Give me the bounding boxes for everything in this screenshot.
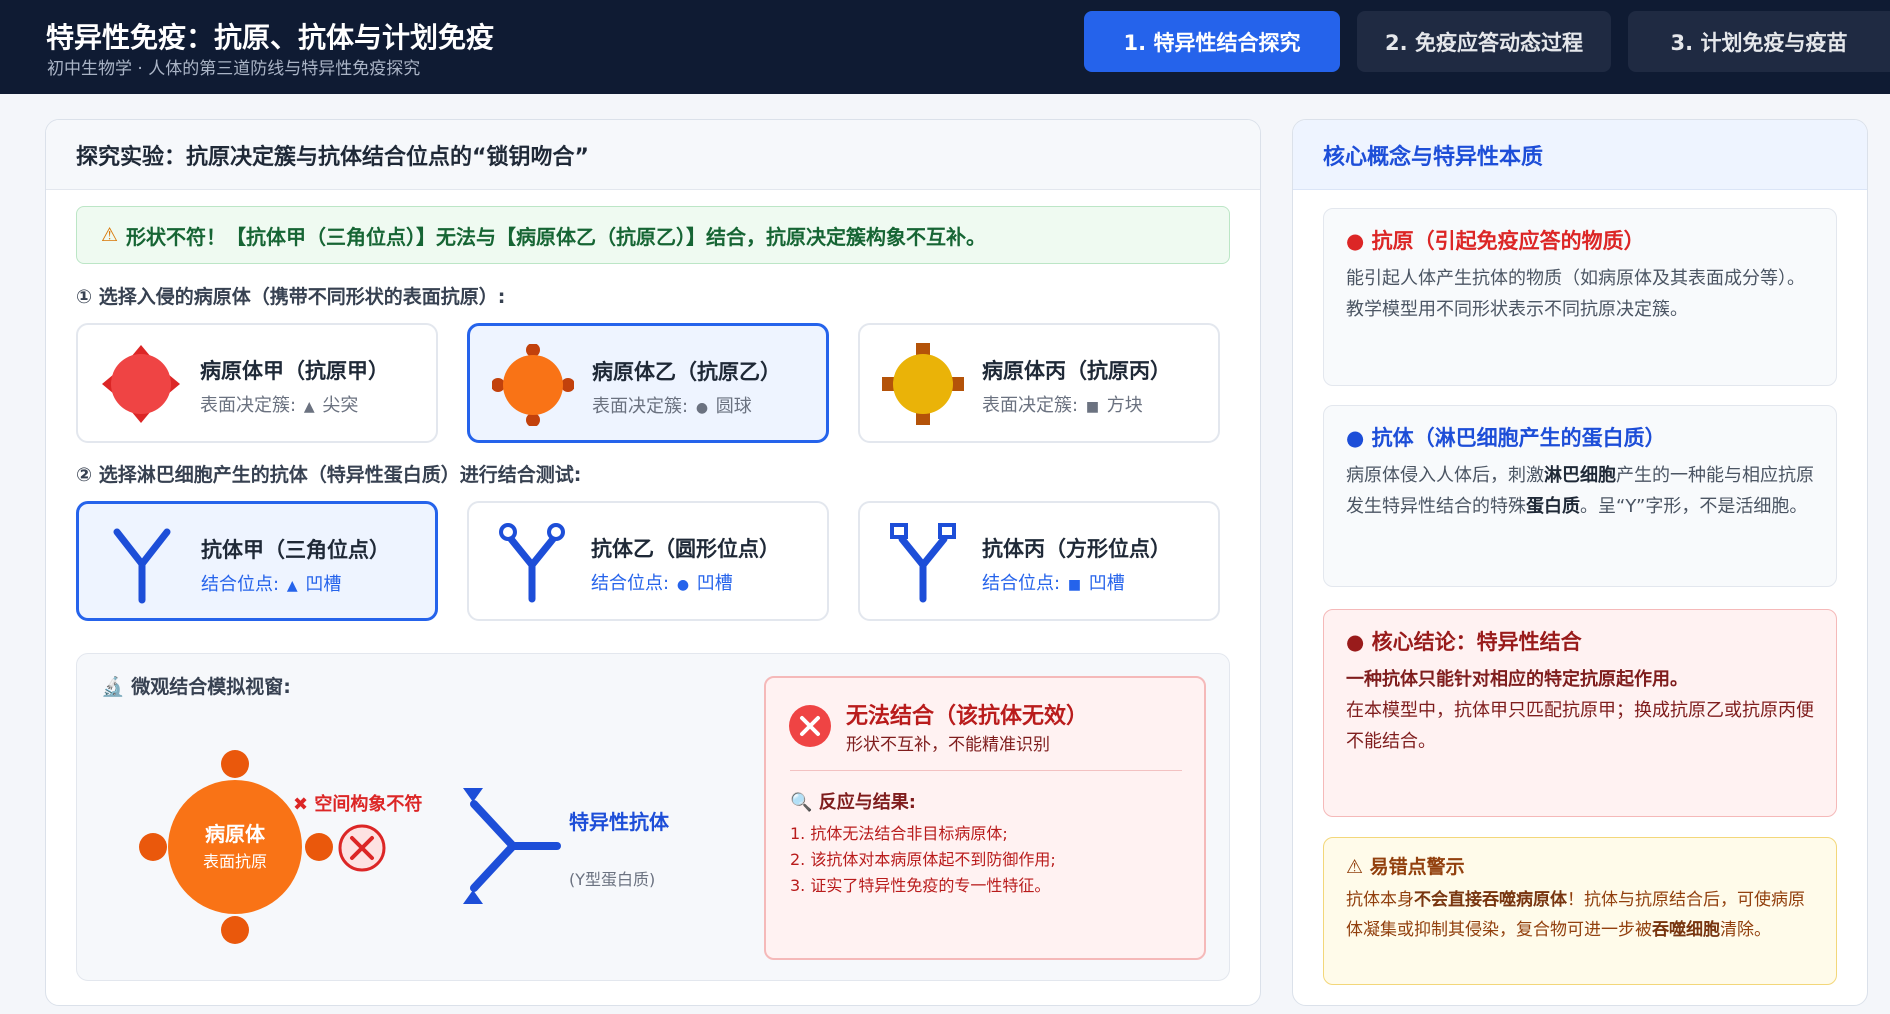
antibody-a-icon [113, 528, 171, 604]
antibody-card-c[interactable]: 抗体丙（方形位点） 结合位点: ■ 凹槽 [858, 501, 1220, 621]
antibody-c-icon [890, 523, 956, 603]
antibody-concept-box: ● 抗体（淋巴细胞产生的蛋白质） 病原体侵入人体后，刺激淋巴细胞产生的一种能与相… [1323, 405, 1837, 587]
warning-box: ⚠ 易错点警示 抗体本身不会直接吞噬病原体！抗体与抗原结合后，可使病原体凝集或抑… [1323, 837, 1837, 985]
result-card: 无法结合（该抗体无效） 形状不互补，不能精准识别 🔍 反应与结果: 1. 抗体无… [764, 676, 1206, 960]
antibody-b-desc: 结合位点: ● 凹槽 [591, 573, 733, 594]
status-text: 形状不符！【抗体甲（三角位点）】无法与【病原体乙（抗原乙）】结合，抗原决定簇构象… [126, 224, 987, 249]
tab-immune-response[interactable]: 2. 免疫应答动态过程 [1357, 11, 1611, 72]
pathogen-a-icon [102, 345, 180, 423]
antibody-c-desc: 结合位点: ■ 凹槽 [982, 573, 1125, 594]
antibody-sublabel: (Y型蛋白质) [569, 870, 656, 889]
app-header: 特异性免疫：抗原、抗体与计划免疫 初中生物学 · 人体的第三道防线与特异性免疫探… [0, 0, 1890, 94]
antigen-title: ● 抗原（引起免疫应答的物质） [1346, 229, 1645, 253]
conclusion-box: ● 核心结论：特异性结合 一种抗体只能针对相应的特定抗原起作用。 在本模型中，抗… [1323, 609, 1837, 817]
pathogen-card-a[interactable]: 病原体甲（抗原甲） 表面决定簇: ▲ 尖突 [76, 323, 438, 443]
pathogen-c-desc: 表面决定簇: ■ 方块 [982, 395, 1143, 416]
pathogen-a-desc: 表面决定簇: ▲ 尖突 [200, 395, 359, 416]
warning-title: ⚠ 易错点警示 [1346, 856, 1465, 878]
antibody-text: 病原体侵入人体后，刺激淋巴细胞产生的一种能与相应抗原发生特异性结合的特殊蛋白质。… [1346, 465, 1814, 517]
tab-vaccination[interactable]: 3. 计划免疫与疫苗 [1628, 11, 1890, 72]
step2-label: ② 选择淋巴细胞产生的抗体（特异性蛋白质）进行结合测试: [76, 464, 582, 486]
page-title: 特异性免疫：抗原、抗体与计划免疫 [46, 21, 495, 54]
dark-red-dot-icon: ● [1346, 630, 1365, 654]
pathogen-label: 病原体 [205, 822, 265, 846]
step1-label: ① 选择入侵的病原体（携带不同形状的表面抗原）: [76, 286, 506, 308]
error-icon [789, 705, 831, 747]
pathogen-c-icon [882, 343, 964, 425]
pathogen-card-b[interactable]: 病原体乙（抗原乙） 表面决定簇: ● 圆球 [467, 323, 829, 443]
pathogen-sublabel: 表面抗原 [202, 852, 267, 871]
triangle-icon: ▲ [303, 399, 315, 415]
experiment-panel: 探究实验：抗原决定簇与抗体结合位点的“锁钥吻合” ⚠ 形状不符！【抗体甲（三角位… [45, 119, 1261, 1006]
antigen-text: 能引起人体产生抗体的物质（如病原体及其表面成分等）。教学模型用不同形状表示不同抗… [1346, 268, 1805, 320]
circle-icon: ● [676, 577, 690, 593]
result-title: 无法结合（该抗体无效） [846, 704, 1089, 729]
result-subtitle: 形状不互补，不能精准识别 [846, 735, 1050, 755]
triangle-icon: ▲ [286, 578, 298, 594]
antibody-label: 特异性抗体 [569, 810, 669, 834]
experiment-heading: 探究实验：抗原决定簇与抗体结合位点的“锁钥吻合” [46, 120, 1260, 190]
result-divider [790, 770, 1182, 771]
mismatch-label: ✖ 空间构象不符 [293, 794, 423, 815]
result-item: 3. 证实了特异性免疫的专一性特征。 [790, 876, 1051, 895]
antigen-knob-left [139, 833, 167, 861]
result-item: 2. 该抗体对本病原体起不到防御作用; [790, 850, 1056, 869]
blue-dot-icon: ● [1346, 426, 1365, 450]
antigen-concept-box: ● 抗原（引起免疫应答的物质） 能引起人体产生抗体的物质（如病原体及其表面成分等… [1323, 208, 1837, 386]
conclusion-text: 在本模型中，抗体甲只匹配抗原甲；换成抗原乙或抗原丙便不能结合。 [1346, 700, 1814, 752]
antibody-b-icon [499, 523, 565, 603]
antibody-card-b[interactable]: 抗体乙（圆形位点） 结合位点: ● 凹槽 [467, 501, 829, 621]
pathogen-card-c[interactable]: 病原体丙（抗原丙） 表面决定簇: ■ 方块 [858, 323, 1220, 443]
result-section-head: 🔍 反应与结果: [790, 792, 916, 813]
tab-specific-binding[interactable]: 1. 特异性结合探究 [1084, 11, 1340, 72]
triangle-site-bottom [463, 890, 483, 904]
page-subtitle: 初中生物学 · 人体的第三道防线与特异性免疫探究 [47, 59, 421, 79]
warning-icon: ⚠ [101, 224, 119, 246]
binding-simulation-window: 🔬 微观结合模拟视窗: 病原体 表面抗原 ✖ 空间构象不符 特异性抗体 (Y型蛋… [76, 653, 1230, 981]
pathogen-b-name: 病原体乙（抗原乙） [592, 360, 781, 384]
status-banner: ⚠ 形状不符！【抗体甲（三角位点）】无法与【病原体乙（抗原乙）】结合，抗原决定簇… [76, 206, 1230, 264]
antibody-a-name: 抗体甲（三角位点） [201, 538, 390, 562]
antibody-arms [470, 800, 517, 892]
pathogen-c-name: 病原体丙（抗原丙） [982, 359, 1171, 383]
warning-icon: ⚠ [1346, 856, 1364, 878]
magnifier-icon: 🔍 [790, 792, 813, 813]
pathogen-b-desc: 表面决定簇: ● 圆球 [592, 396, 752, 417]
square-icon: ■ [1067, 577, 1082, 593]
pathogen-a-name: 病原体甲（抗原甲） [200, 359, 389, 383]
concepts-panel: 核心概念与特异性本质 ● 抗原（引起免疫应答的物质） 能引起人体产生抗体的物质（… [1292, 119, 1868, 1006]
conclusion-title: ● 核心结论：特异性结合 [1346, 630, 1582, 654]
pathogen-b-icon [492, 344, 574, 426]
red-dot-icon: ● [1346, 229, 1365, 253]
square-icon: ■ [1085, 399, 1100, 415]
concepts-heading: 核心概念与特异性本质 [1293, 120, 1867, 190]
warning-text: 抗体本身不会直接吞噬病原体！抗体与抗原结合后，可使病原体凝集或抑制其侵染，复合物… [1346, 890, 1805, 940]
pathogen-body [168, 780, 302, 914]
antigen-knob-bottom [221, 916, 249, 944]
antibody-title: ● 抗体（淋巴细胞产生的蛋白质） [1346, 426, 1666, 450]
triangle-site-top [463, 788, 483, 802]
antigen-knob-top [221, 750, 249, 778]
antibody-card-a[interactable]: 抗体甲（三角位点） 结合位点: ▲ 凹槽 [76, 501, 438, 621]
antibody-b-name: 抗体乙（圆形位点） [591, 537, 780, 561]
circle-icon: ● [695, 400, 709, 416]
result-item: 1. 抗体无法结合非目标病原体; [790, 824, 1008, 843]
conclusion-lead: 一种抗体只能针对相应的特定抗原起作用。 [1346, 669, 1688, 690]
antibody-c-name: 抗体丙（方形位点） [982, 537, 1171, 561]
antigen-knob-right [305, 833, 333, 861]
antibody-a-desc: 结合位点: ▲ 凹槽 [201, 574, 342, 595]
